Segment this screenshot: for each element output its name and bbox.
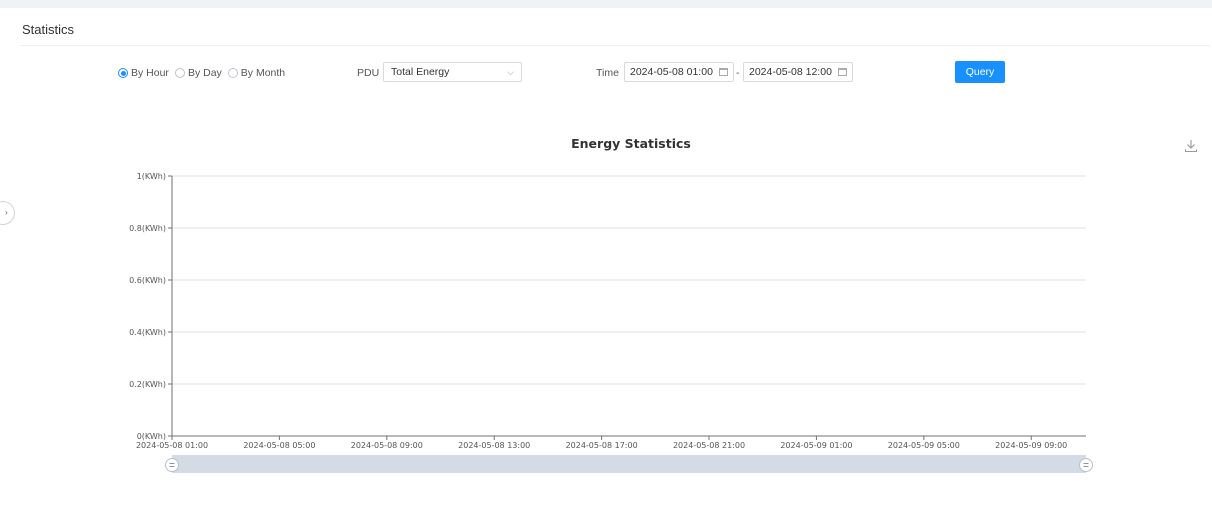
- x-tick-label: 2024-05-09 05:00: [888, 441, 960, 450]
- y-tick-label: 0.4(KWh): [129, 328, 166, 337]
- y-tick-label: 1(KWh): [137, 172, 166, 181]
- x-tick-label: 2024-05-09 09:00: [995, 441, 1067, 450]
- x-tick-label: 2024-05-08 21:00: [673, 441, 745, 450]
- zoom-slider[interactable]: [165, 455, 1093, 473]
- y-tick-label: 0.8(KWh): [129, 224, 166, 233]
- zoom-slider-window[interactable]: [172, 455, 1086, 473]
- y-tick-label: 0.6(KWh): [129, 276, 166, 285]
- x-tick-label: 2024-05-08 01:00: [136, 441, 208, 450]
- chart-axes: [168, 175, 1086, 440]
- x-tick-label: 2024-05-08 13:00: [458, 441, 530, 450]
- x-tick-label: 2024-05-09 01:00: [780, 441, 852, 450]
- zoom-handle-right[interactable]: [1079, 458, 1093, 472]
- chart-grid: [172, 175, 1086, 385]
- chart-labels: 0(KWh) 0.2(KWh) 0.4(KWh) 0.6(KWh) 0.8(KWh) 1(…: [129, 172, 1067, 450]
- x-tick-label: 2024-05-08 09:00: [351, 441, 423, 450]
- zoom-handle-left[interactable]: [165, 458, 179, 472]
- y-tick-label: 0(KWh): [137, 432, 166, 441]
- x-tick-label: 2024-05-08 17:00: [566, 441, 638, 450]
- zoom-handle-knob[interactable]: [165, 458, 179, 472]
- zoom-handle-knob[interactable]: [1079, 458, 1093, 472]
- y-tick-label: 0.2(KWh): [129, 380, 166, 389]
- x-tick-label: 2024-05-08 05:00: [243, 441, 315, 450]
- energy-chart: 0(KWh) 0.2(KWh) 0.4(KWh) 0.6(KWh) 0.8(KWh) 1(…: [129, 172, 1093, 473]
